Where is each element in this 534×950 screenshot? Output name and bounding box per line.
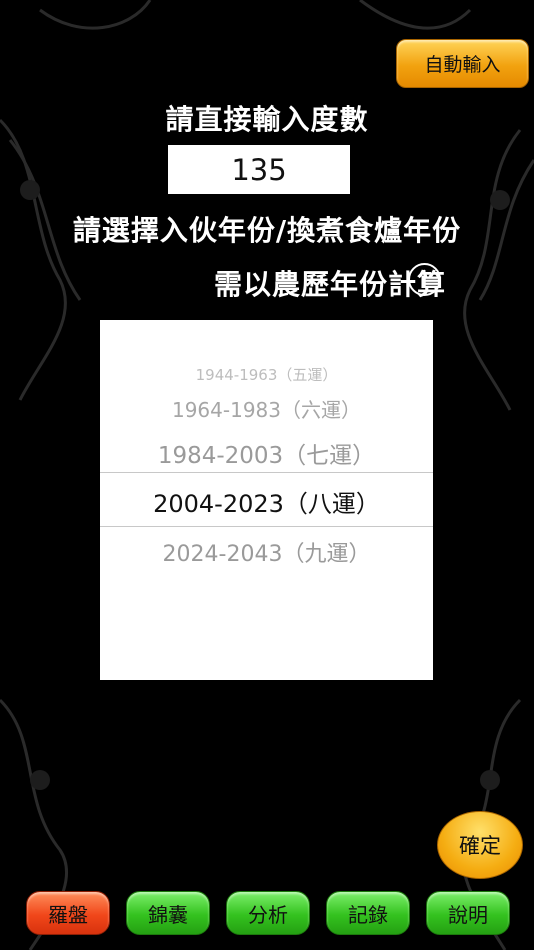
select-year-label: 請選擇入伙年份/換煮食爐年份 — [72, 214, 462, 247]
year-picker[interactable]: 1944-1963（五運） 1964-1983（六運） 1984-2003（七運… — [100, 320, 433, 680]
tab-compass[interactable]: 羅盤 — [26, 891, 110, 935]
enter-degree-label: 請直接輸入度數 — [165, 103, 369, 136]
tab-analysis[interactable]: 分析 — [226, 891, 310, 935]
info-icon[interactable]: i — [408, 263, 441, 296]
picker-option-selected[interactable]: 2004-2023（八運） — [100, 484, 433, 519]
tab-help[interactable]: 說明 — [426, 891, 510, 935]
picker-selection-bottom-line — [100, 526, 433, 527]
tab-tips[interactable]: 錦囊 — [126, 891, 210, 935]
picker-selection-top-line — [100, 472, 433, 473]
picker-option[interactable]: 2024-2043（九運） — [100, 536, 433, 568]
picker-option[interactable]: 1964-1983（六運） — [100, 394, 433, 423]
tab-records[interactable]: 記錄 — [326, 891, 410, 935]
picker-option[interactable]: 1944-1963（五運） — [100, 364, 433, 385]
confirm-button[interactable]: 確定 — [437, 811, 523, 879]
auto-input-button[interactable]: 自動輸入 — [396, 39, 529, 88]
picker-option[interactable]: 1984-2003（七運） — [100, 436, 433, 470]
lunar-note-label: 需以農歷年份計算 — [213, 268, 446, 301]
degree-input[interactable] — [168, 145, 350, 194]
